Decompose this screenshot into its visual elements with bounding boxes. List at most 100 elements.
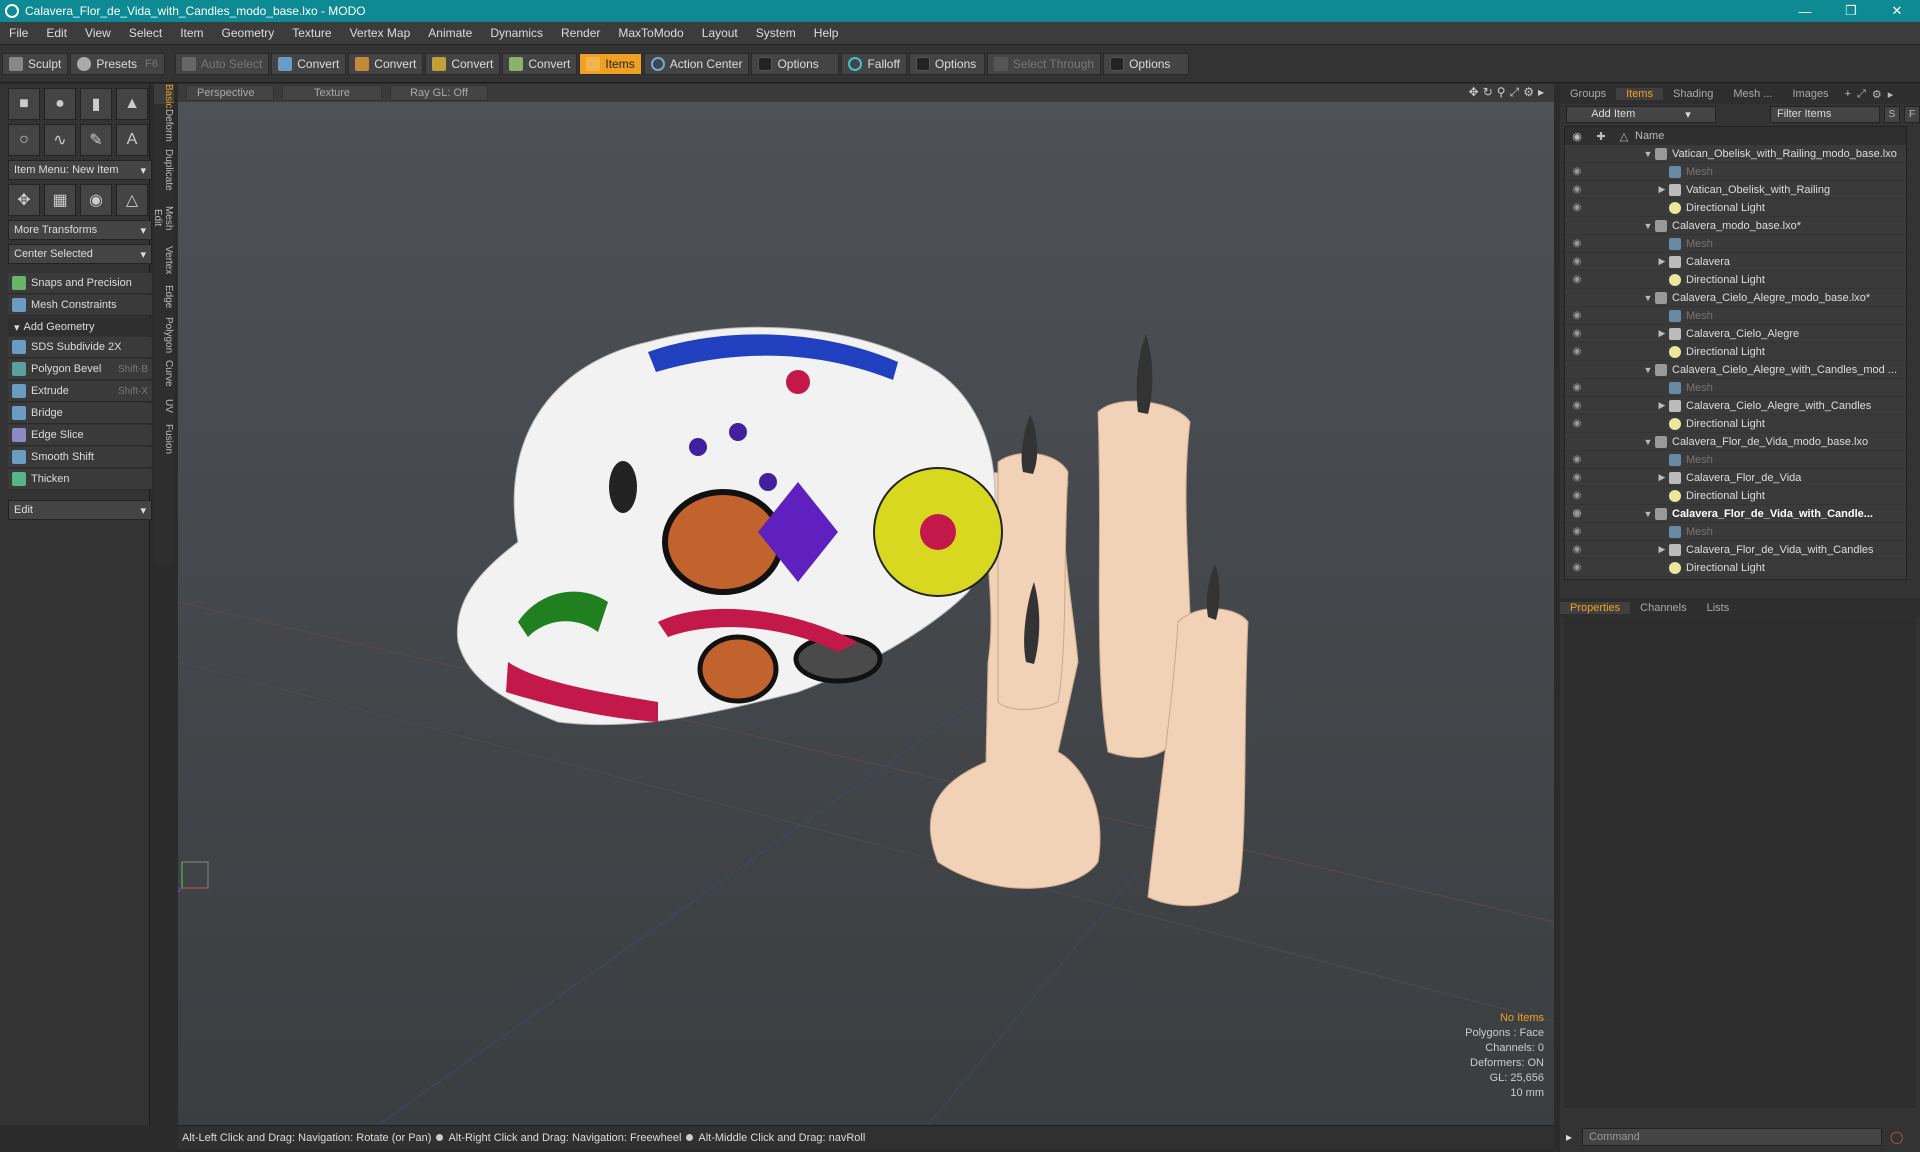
tree-row[interactable]: ◉ Mesh: [1565, 235, 1906, 253]
falloff-options-button[interactable]: Options: [908, 52, 985, 75]
plus-icon[interactable]: +: [1845, 88, 1851, 100]
add-geometry-header[interactable]: ▾ Add Geometry: [8, 318, 152, 336]
tool-thicken-button[interactable]: Thicken: [8, 469, 152, 490]
items-mode-button[interactable]: Items: [579, 52, 642, 75]
tree-row[interactable]: ◉ Directional Light: [1565, 415, 1906, 433]
expand-toggle-icon[interactable]: ▶: [1655, 184, 1669, 195]
visibility-eye-icon[interactable]: ◉: [1565, 454, 1589, 465]
pen-icon[interactable]: ∿: [44, 124, 76, 156]
s-button[interactable]: S: [1884, 105, 1900, 123]
tab-properties[interactable]: Properties: [1560, 602, 1631, 614]
menu-render[interactable]: Render: [552, 26, 609, 40]
visibility-eye-icon[interactable]: ◉: [1565, 238, 1589, 249]
visibility-eye-icon[interactable]: ◉: [1565, 310, 1589, 321]
more-transforms-dropdown[interactable]: More Transforms ▾: [8, 220, 152, 240]
menu-geometry[interactable]: Geometry: [213, 26, 284, 40]
vtab-polygon[interactable]: Polygon: [154, 316, 174, 354]
tool-polygon-bevel-button[interactable]: Polygon Bevel Shift-B: [8, 359, 152, 380]
visibility-eye-icon[interactable]: ◉: [1565, 544, 1589, 555]
visibility-eye-icon[interactable]: ◉: [1565, 184, 1589, 195]
presets-button[interactable]: Presets F6: [70, 52, 165, 75]
visibility-eye-icon[interactable]: ◉: [1565, 274, 1589, 285]
convert-polygon-button[interactable]: Convert: [425, 52, 501, 75]
tab-channels[interactable]: Channels: [1630, 602, 1696, 614]
expand-toggle-icon[interactable]: ▶: [1655, 544, 1669, 555]
tool-sds-subdivide-2x-button[interactable]: SDS Subdivide 2X: [8, 337, 152, 358]
tab-items[interactable]: Items: [1616, 88, 1663, 100]
select-through-options-button[interactable]: Options: [1103, 52, 1190, 75]
cylinder-icon[interactable]: ▮: [80, 88, 112, 120]
sculpt-button[interactable]: Sculpt: [2, 52, 69, 75]
visibility-eye-icon[interactable]: ◉: [1565, 400, 1589, 411]
curve-icon[interactable]: ✎: [80, 124, 112, 156]
menu-texture[interactable]: Texture: [283, 26, 340, 40]
sphere-icon[interactable]: ●: [44, 88, 76, 120]
gear-icon[interactable]: ⚙: [1523, 85, 1534, 100]
cube-icon[interactable]: ■: [8, 88, 40, 120]
command-input[interactable]: Command: [1582, 1128, 1883, 1146]
rotate-view-icon[interactable]: ↻: [1483, 85, 1493, 100]
item-menu-dropdown[interactable]: Item Menu: New Item ▾: [8, 160, 152, 180]
chevron-right-icon[interactable]: ▸: [1538, 85, 1544, 100]
tree-row[interactable]: ◉ ▼ Calavera_Flor_de_Vida_with_Candle...: [1565, 505, 1906, 523]
transform-icon[interactable]: ✥: [8, 184, 40, 216]
visibility-eye-icon[interactable]: ◉: [1565, 508, 1589, 519]
render-icon[interactable]: △: [1613, 130, 1635, 143]
menu-item[interactable]: Item: [171, 26, 212, 40]
expand-toggle-icon[interactable]: ▶: [1655, 256, 1669, 267]
tool-bridge-button[interactable]: Bridge: [8, 403, 152, 424]
menu-dynamics[interactable]: Dynamics: [481, 26, 552, 40]
record-icon[interactable]: ◯: [1890, 1130, 1903, 1144]
torus-icon[interactable]: ○: [8, 124, 40, 156]
snaps-precision-button[interactable]: Snaps and Precision: [8, 273, 152, 294]
vtab-mesh-edit[interactable]: Mesh Edit: [152, 196, 174, 240]
3d-viewport[interactable]: Perspective Texture Ray GL: Off ✥ ↻ ⚲ ⤢ …: [178, 84, 1554, 1125]
tree-row[interactable]: ◉ ▶ Vatican_Obelisk_with_Railing: [1565, 181, 1906, 199]
visibility-eye-icon[interactable]: ◉: [1565, 472, 1589, 483]
select-through-button[interactable]: Select Through: [986, 52, 1102, 75]
visibility-eye-icon[interactable]: ◉: [1565, 166, 1589, 177]
f-button[interactable]: F: [1904, 105, 1920, 123]
move-view-icon[interactable]: ✥: [1469, 85, 1479, 100]
visibility-eye-icon[interactable]: ◉: [1565, 382, 1589, 393]
visibility-eye-icon[interactable]: ◉: [1565, 202, 1589, 213]
tab-groups[interactable]: Groups: [1560, 88, 1616, 100]
zoom-icon[interactable]: ⚲: [1497, 85, 1506, 100]
view-mode-dropdown[interactable]: Perspective: [186, 85, 274, 101]
tree-row[interactable]: ◉ ▶ Calavera: [1565, 253, 1906, 271]
tree-row[interactable]: ◉ ▶ Calavera_Flor_de_Vida_with_Candles: [1565, 541, 1906, 559]
menu-animate[interactable]: Animate: [419, 26, 481, 40]
restore-icon[interactable]: ❐: [1828, 0, 1874, 22]
menu-select[interactable]: Select: [120, 26, 171, 40]
expand-toggle-icon[interactable]: ▼: [1641, 293, 1655, 303]
edit-dropdown[interactable]: Edit ▾: [8, 500, 152, 520]
visibility-eye-icon[interactable]: ◉: [1565, 562, 1589, 573]
mesh-constraints-button[interactable]: Mesh Constraints: [8, 295, 152, 316]
vtab-fusion[interactable]: Fusion: [154, 422, 174, 456]
tool-smooth-shift-button[interactable]: Smooth Shift: [8, 447, 152, 468]
vtab-uv[interactable]: UV: [154, 392, 174, 420]
tree-row[interactable]: ◉ Directional Light: [1565, 343, 1906, 361]
menu-layout[interactable]: Layout: [693, 26, 747, 40]
visibility-eye-icon[interactable]: ◉: [1565, 346, 1589, 357]
vtab-duplicate[interactable]: Duplicate: [154, 146, 174, 194]
tree-row[interactable]: ◉ Directional Light: [1565, 271, 1906, 289]
tree-row[interactable]: ▼ Calavera_modo_base.lxo*: [1565, 217, 1906, 235]
vtab-basic[interactable]: Basic: [154, 84, 174, 108]
grid-icon[interactable]: ▦: [44, 184, 76, 216]
convert-edge-button[interactable]: Convert: [348, 52, 424, 75]
visibility-eye-icon[interactable]: ◉: [1565, 526, 1589, 537]
tree-row[interactable]: ▼ Calavera_Flor_de_Vida_modo_base.lxo: [1565, 433, 1906, 451]
tree-row[interactable]: ◉ Mesh: [1565, 523, 1906, 541]
add-item-dropdown[interactable]: Add Item ▾: [1566, 105, 1716, 123]
menu-system[interactable]: System: [747, 26, 805, 40]
tab-images[interactable]: Images: [1782, 88, 1838, 100]
expand-toggle-icon[interactable]: ▶: [1655, 400, 1669, 411]
menu-view[interactable]: View: [76, 26, 120, 40]
visibility-eye-icon[interactable]: ◉: [1565, 490, 1589, 501]
tree-row[interactable]: ▼ Calavera_Cielo_Alegre_modo_base.lxo*: [1565, 289, 1906, 307]
close-icon[interactable]: ✕: [1874, 0, 1920, 22]
gear-icon[interactable]: ⚙: [1872, 88, 1882, 101]
menu-maxtomodo[interactable]: MaxToModo: [609, 26, 692, 40]
tree-row[interactable]: ◉ Directional Light: [1565, 487, 1906, 505]
